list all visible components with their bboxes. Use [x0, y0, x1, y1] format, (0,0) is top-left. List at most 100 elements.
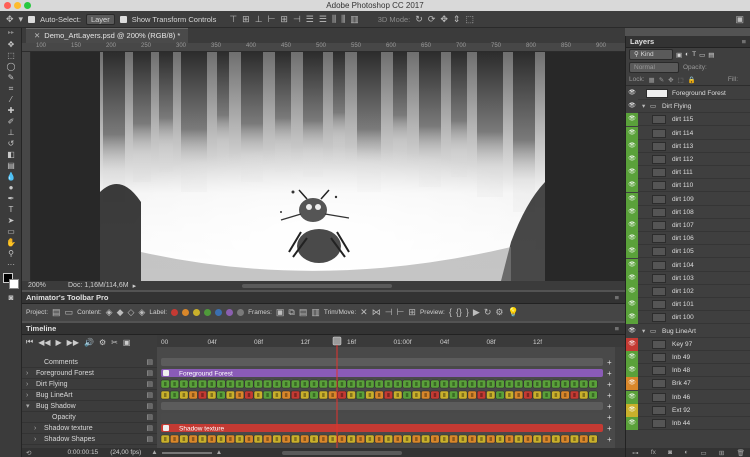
lock-paint-icon[interactable]: ✎ [659, 76, 664, 84]
frame-clip-handle[interactable] [359, 393, 362, 397]
add-media-button[interactable]: + [607, 413, 612, 422]
add-media-button[interactable]: + [607, 358, 612, 367]
visibility-eye-icon[interactable]: 👁 [626, 337, 638, 351]
align-middle-icon[interactable]: ⊞ [242, 14, 250, 24]
frame-clip-handle[interactable] [266, 382, 269, 386]
frame-clip-handle[interactable] [563, 393, 567, 397]
frame-clip-handle[interactable] [433, 382, 437, 386]
frame-clip-handle[interactable] [303, 393, 307, 397]
timeline-layer-row[interactable]: › Dirt Flying ▤ [22, 379, 157, 390]
frame-clip-handle[interactable] [415, 393, 418, 397]
label-color-gray[interactable] [237, 309, 245, 316]
label-color-orange[interactable] [182, 309, 190, 316]
filter-shape-icon[interactable]: ▭ [699, 51, 705, 59]
frame-clip-handle[interactable] [424, 437, 427, 441]
visibility-eye-icon[interactable]: 👁 [626, 139, 638, 153]
frame-clip-handle[interactable] [173, 393, 176, 397]
frame-clip-handle[interactable] [312, 393, 316, 397]
frame-clip-handle[interactable] [536, 393, 539, 397]
frame-clip-handle[interactable] [452, 382, 455, 386]
workspace-icon[interactable]: ▣ [735, 14, 744, 24]
marquee-tool-icon[interactable]: ⬚ [0, 50, 22, 61]
crop-tool-icon[interactable]: ⌗ [0, 83, 22, 94]
content-icon-2[interactable]: ◆ [117, 308, 124, 317]
frame-clip-handle[interactable] [470, 437, 474, 441]
toolbar-grip[interactable]: ▸▸ [0, 28, 22, 39]
frame-clip-handle[interactable] [526, 437, 530, 441]
frame-clip-handle[interactable] [536, 382, 539, 386]
track-options-icon[interactable]: ▤ [146, 379, 153, 390]
trim-end-icon[interactable]: ⋈ [372, 308, 381, 317]
auto-select-dropdown[interactable]: Layer [85, 13, 115, 25]
align-center-icon[interactable]: ⊞ [280, 14, 288, 24]
filter-type-icon[interactable]: T [692, 51, 696, 58]
frame-clip-handle[interactable] [191, 437, 195, 441]
content-icon-3[interactable]: ◇ [128, 308, 135, 317]
frame-clip-handle[interactable] [452, 437, 455, 441]
timeline-layer-row[interactable]: › Shadow texture ▤ [22, 423, 157, 434]
align-top-icon[interactable]: ⊤ [229, 14, 237, 24]
frame-clip-handle[interactable] [284, 382, 288, 386]
convert-icon[interactable]: ⟲ [26, 449, 31, 457]
frame-clip-handle[interactable] [489, 382, 493, 386]
visibility-eye-icon[interactable]: 👁 [626, 179, 638, 193]
timeline-layer-row[interactable]: › Foreground Forest ▤ [22, 368, 157, 379]
frame-clip-handle[interactable] [545, 382, 548, 386]
visibility-eye-icon[interactable]: 👁 [626, 192, 638, 206]
frame-clip-handle[interactable] [433, 437, 437, 441]
frame-clip-handle[interactable] [517, 393, 520, 397]
expand-caret-icon[interactable]: › [34, 423, 36, 434]
loop-icon[interactable]: ↻ [484, 308, 492, 317]
zoom-level[interactable]: 200% [28, 282, 68, 289]
frame-clip-handle[interactable] [387, 393, 390, 397]
align-bottom-icon[interactable]: ⊥ [255, 14, 263, 24]
frame-clip-handle[interactable] [498, 382, 502, 386]
label-color-blue[interactable] [215, 309, 223, 316]
zoom-out-icon[interactable]: ▲ [151, 449, 157, 456]
track-options-icon[interactable]: ▤ [146, 434, 153, 445]
frame-clip-handle[interactable] [591, 437, 595, 441]
visibility-eye-icon[interactable]: 👁 [626, 311, 638, 325]
track-options-icon[interactable]: ▤ [146, 412, 153, 423]
frame-clip-handle[interactable] [275, 393, 279, 397]
frame-clip-handle[interactable] [340, 382, 344, 386]
split-clip-icon[interactable]: ✂ [111, 338, 118, 347]
type-tool-icon[interactable]: T [0, 204, 22, 215]
layer-row[interactable]: 👁 ▾ ▭ Dirt Flying [626, 100, 750, 114]
frame-clip-handle[interactable] [219, 437, 223, 441]
add-media-button[interactable]: + [607, 391, 612, 400]
track-options-icon[interactable]: ▤ [146, 423, 153, 434]
frame-clip-handle[interactable] [461, 393, 465, 397]
group-caret-icon[interactable]: ▾ [642, 325, 645, 338]
quick-select-tool-icon[interactable]: ✎ [0, 72, 22, 83]
zoom-slider[interactable] [161, 451, 212, 454]
distribute-icon-3[interactable]: ⫼ [332, 14, 336, 24]
expand-caret-icon[interactable]: ▾ [26, 401, 30, 412]
visibility-eye-icon[interactable]: 👁 [626, 298, 638, 312]
frame-clip-handle[interactable] [257, 393, 260, 397]
layer-row[interactable]: 👁 dirt 113 [626, 139, 750, 153]
distribute-icon[interactable]: ☰ [306, 14, 314, 24]
frame-clip-handle[interactable] [303, 437, 307, 441]
eyedropper-tool-icon[interactable]: ⁄ [0, 94, 22, 105]
visibility-eye-icon[interactable]: 👁 [626, 403, 638, 417]
frame-clip-handle[interactable] [229, 393, 232, 397]
frame-clip-handle[interactable] [182, 393, 186, 397]
visibility-eye-icon[interactable]: 👁 [626, 219, 638, 232]
mask-icon[interactable]: ◙ [668, 449, 672, 456]
filter-adjust-icon[interactable]: ◐ [685, 51, 689, 58]
frame-clip-handle[interactable] [164, 437, 167, 441]
visibility-eye-icon[interactable]: 👁 [626, 245, 638, 259]
gradient-tool-icon[interactable]: ▤ [0, 160, 22, 171]
move-left-icon[interactable]: ⊣ [385, 308, 393, 317]
frame-clip-handle[interactable] [340, 393, 344, 397]
frame-clip-handle[interactable] [275, 437, 279, 441]
frame-clip-handle[interactable] [303, 382, 307, 386]
frame-clip-handle[interactable] [331, 437, 334, 441]
transition-icon[interactable]: ▣ [123, 338, 131, 347]
frame-clip-handle[interactable] [331, 393, 334, 397]
frame-clip-handle[interactable] [470, 382, 474, 386]
horizontal-scrollbar[interactable] [242, 284, 392, 288]
add-media-button[interactable]: + [607, 435, 612, 444]
frame-clip-handle[interactable] [266, 437, 269, 441]
